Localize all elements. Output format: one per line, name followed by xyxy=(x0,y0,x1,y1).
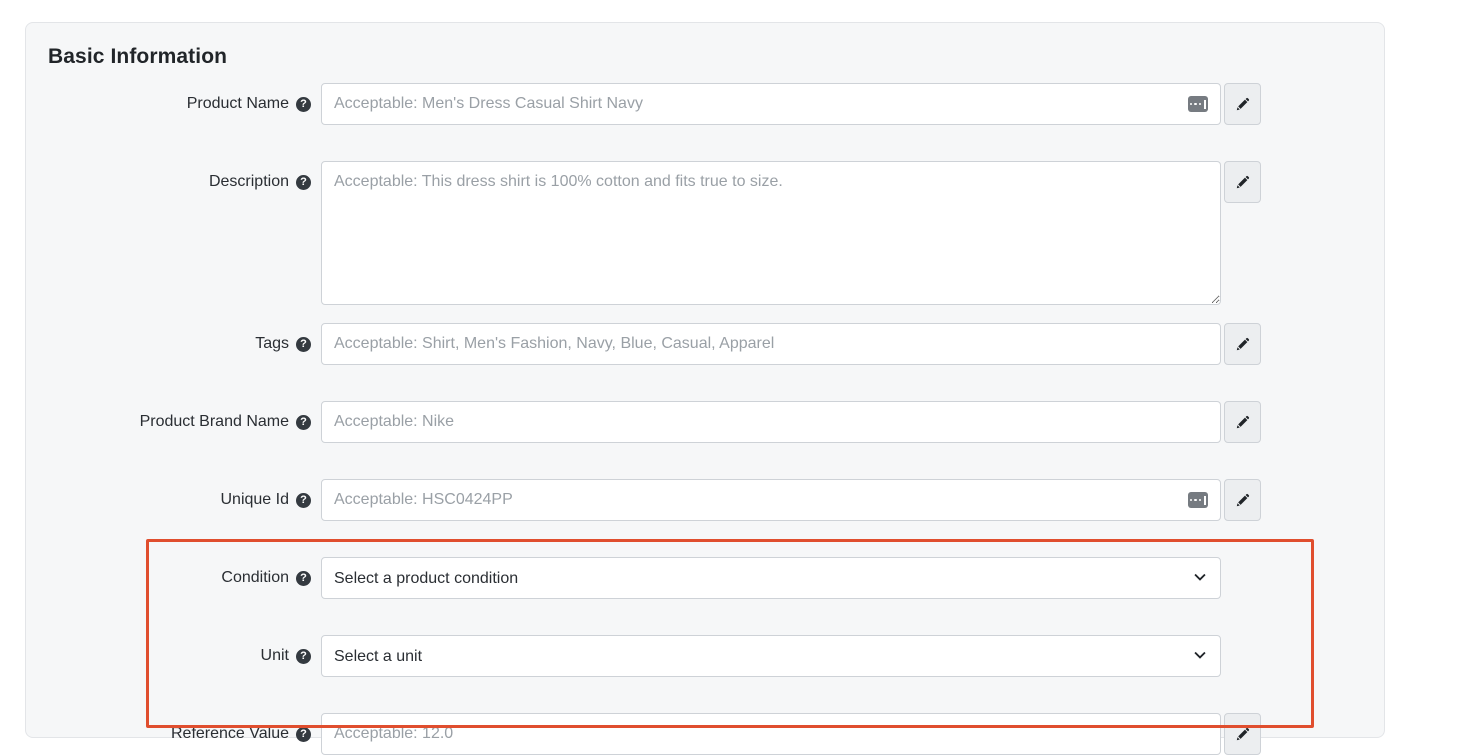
pencil-icon xyxy=(1235,97,1250,112)
select-condition[interactable]: Select a product condition xyxy=(321,557,1221,599)
page-root: Basic Information Product Name?Descripti… xyxy=(0,0,1460,756)
help-question-icon[interactable]: ? xyxy=(296,648,311,664)
form-row-unique-id: Unique Id? xyxy=(26,479,1384,539)
help-question-icon[interactable]: ? xyxy=(296,336,311,352)
help-question-icon[interactable]: ? xyxy=(296,726,311,742)
input-tags[interactable] xyxy=(321,323,1221,365)
form-row-unit: Unit? Select a unit xyxy=(26,635,1384,695)
label-description: Description? xyxy=(26,161,321,203)
basic-information-card: Basic Information Product Name?Descripti… xyxy=(25,22,1385,755)
form-row-tags: Tags? xyxy=(26,323,1384,383)
help-question-icon[interactable]: ? xyxy=(296,492,311,508)
control-tags xyxy=(321,323,1261,365)
form-row-product-brand-name: Product Brand Name? xyxy=(26,401,1384,461)
pencil-icon xyxy=(1235,175,1250,190)
help-question-icon[interactable]: ? xyxy=(296,96,311,112)
label-text-unique-id: Unique Id xyxy=(220,491,290,508)
help-question-icon[interactable]: ? xyxy=(296,174,311,190)
form-row-reference-value: Reference Value? xyxy=(26,713,1384,756)
control-product-name xyxy=(321,83,1261,125)
page-title: Basic Information xyxy=(48,45,228,68)
label-condition: Condition? xyxy=(26,557,321,599)
label-text-reference-value: Reference Value xyxy=(171,725,289,742)
label-reference-value: Reference Value? xyxy=(26,713,321,755)
label-text-description: Description xyxy=(208,173,289,190)
input-reference-value[interactable] xyxy=(321,713,1221,755)
help-question-icon[interactable]: ? xyxy=(296,414,311,430)
label-text-product-name: Product Name xyxy=(186,95,289,112)
label-unit: Unit? xyxy=(26,635,321,677)
control-reference-value xyxy=(321,713,1261,755)
label-text-condition: Condition xyxy=(221,569,289,586)
pencil-icon xyxy=(1235,337,1250,352)
label-product-brand-name: Product Brand Name? xyxy=(26,401,321,443)
select-unit[interactable]: Select a unit xyxy=(321,635,1221,677)
control-product-brand-name xyxy=(321,401,1261,443)
autofill-suggest-icon[interactable] xyxy=(1188,492,1208,508)
input-product-brand-name[interactable] xyxy=(321,401,1221,443)
label-tags: Tags? xyxy=(26,323,321,365)
form-row-description: Description? xyxy=(26,161,1384,305)
select-wrap-unit: Select a unit xyxy=(321,635,1221,677)
control-unique-id xyxy=(321,479,1261,521)
edit-button-product-name[interactable] xyxy=(1224,83,1261,125)
control-unit: Select a unit xyxy=(321,635,1221,677)
input-product-name[interactable] xyxy=(321,83,1221,125)
input-unique-id[interactable] xyxy=(321,479,1221,521)
form-row-condition: Condition? Select a product condition xyxy=(26,557,1384,617)
form-row-product-name: Product Name? xyxy=(26,83,1384,143)
label-product-name: Product Name? xyxy=(26,83,321,125)
label-text-tags: Tags xyxy=(255,335,289,352)
control-description xyxy=(321,161,1261,305)
autofill-suggest-icon[interactable] xyxy=(1188,96,1208,112)
input-description[interactable] xyxy=(321,161,1221,305)
pencil-icon xyxy=(1235,727,1250,742)
edit-button-description[interactable] xyxy=(1224,161,1261,203)
label-unique-id: Unique Id? xyxy=(26,479,321,521)
label-text-product-brand-name: Product Brand Name xyxy=(139,413,289,430)
edit-button-unique-id[interactable] xyxy=(1224,479,1261,521)
edit-button-tags[interactable] xyxy=(1224,323,1261,365)
edit-button-product-brand-name[interactable] xyxy=(1224,401,1261,443)
basic-information-form: Product Name?Description?Tags?Product Br… xyxy=(26,83,1384,756)
select-wrap-condition: Select a product condition xyxy=(321,557,1221,599)
edit-button-reference-value[interactable] xyxy=(1224,713,1261,755)
help-question-icon[interactable]: ? xyxy=(296,570,311,586)
pencil-icon xyxy=(1235,493,1250,508)
label-text-unit: Unit xyxy=(260,647,289,664)
pencil-icon xyxy=(1235,415,1250,430)
control-condition: Select a product condition xyxy=(321,557,1221,599)
